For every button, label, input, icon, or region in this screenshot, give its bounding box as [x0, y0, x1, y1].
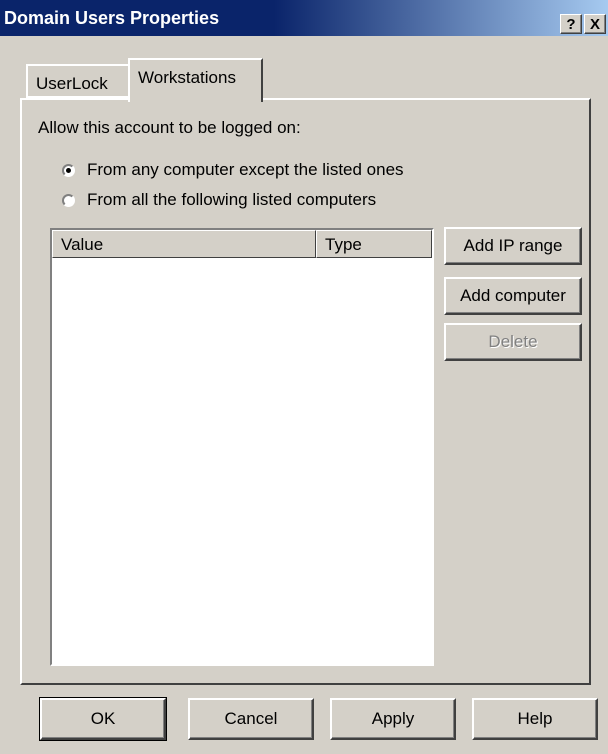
radio-listed-computers-label: From all the following listed computers: [87, 190, 377, 209]
help-icon[interactable]: ?: [560, 14, 582, 34]
apply-button[interactable]: Apply: [330, 698, 456, 740]
add-ip-range-button[interactable]: Add IP range: [444, 227, 582, 265]
column-header-type[interactable]: Type: [316, 230, 432, 258]
add-computer-button[interactable]: Add computer: [444, 277, 582, 315]
radio-button[interactable]: [62, 193, 75, 207]
properties-dialog: Domain Users Properties ? X UserLock Wor…: [0, 0, 608, 754]
radio-button-checked[interactable]: [62, 163, 75, 177]
ok-button[interactable]: OK: [39, 697, 167, 741]
column-header-value[interactable]: Value: [52, 230, 316, 258]
tab-workstations[interactable]: Workstations: [128, 58, 263, 102]
cancel-button[interactable]: Cancel: [188, 698, 314, 740]
radio-any-computer-except[interactable]: From any computer except the listed ones: [62, 160, 404, 180]
radio-listed-computers[interactable]: From all the following listed computers: [62, 190, 376, 210]
help-button[interactable]: Help: [472, 698, 598, 740]
tab-userlock[interactable]: UserLock: [26, 64, 130, 98]
window-title: Domain Users Properties: [4, 8, 220, 28]
title-bar[interactable]: Domain Users Properties ? X: [0, 0, 608, 36]
radio-any-computer-except-label: From any computer except the listed ones: [87, 160, 404, 179]
close-icon[interactable]: X: [584, 14, 606, 34]
computer-list[interactable]: Value Type: [50, 228, 434, 666]
delete-button[interactable]: Delete: [444, 323, 582, 361]
allow-logon-label: Allow this account to be logged on:: [38, 118, 301, 137]
